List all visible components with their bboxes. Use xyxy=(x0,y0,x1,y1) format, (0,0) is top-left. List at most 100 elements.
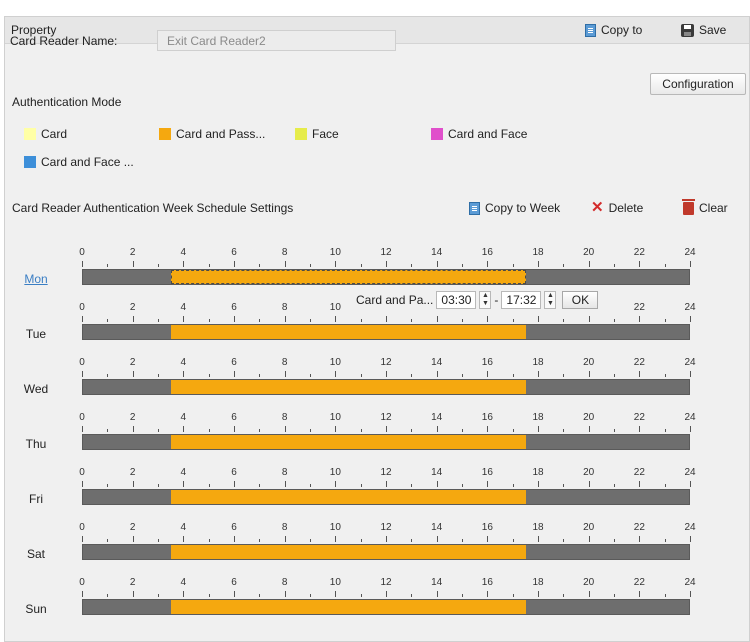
hour-tick xyxy=(588,426,590,432)
hour-label: 12 xyxy=(380,412,392,423)
hour-tick xyxy=(690,261,691,267)
hour-label: 0 xyxy=(79,412,85,423)
spin-up-icon: ▲ xyxy=(481,292,489,299)
hour-label: 0 xyxy=(79,522,85,533)
hour-label: 4 xyxy=(180,357,187,368)
hour-tick xyxy=(158,374,159,377)
hour-label: 22 xyxy=(633,577,645,588)
hour-tick xyxy=(436,371,438,377)
day-label-sat: Sat xyxy=(26,547,45,561)
delete-button[interactable]: ✕ Delete xyxy=(591,199,644,216)
hour-label: 18 xyxy=(532,247,544,258)
hour-label: 20 xyxy=(583,357,595,368)
copy-to-button[interactable]: Copy to xyxy=(585,23,642,37)
legend-label-card: Card xyxy=(41,127,68,141)
end-time-input[interactable]: 17:32 xyxy=(501,291,542,309)
delete-label: Delete xyxy=(608,201,644,215)
legend-item-card: Card xyxy=(24,127,67,141)
legend-label-card-and-face-extra: Card and Face ... xyxy=(41,155,134,169)
ok-button[interactable]: OK xyxy=(562,291,599,309)
hour-tick xyxy=(436,261,438,267)
legend-item-card-and-face: Card and Face xyxy=(431,127,527,141)
hour-label: 4 xyxy=(180,247,187,258)
hour-label: 10 xyxy=(329,577,341,588)
time-segment[interactable] xyxy=(171,380,526,394)
legend-label-card-and-password: Card and Pass... xyxy=(176,127,266,141)
schedule-bar-sat[interactable] xyxy=(82,544,690,560)
legend-swatch-face xyxy=(295,128,307,140)
hour-label: 4 xyxy=(180,412,187,423)
hour-tick xyxy=(310,539,311,542)
hour-tick xyxy=(563,484,565,487)
time-segment[interactable] xyxy=(171,325,526,339)
hour-label: 6 xyxy=(231,412,237,423)
hour-tick xyxy=(487,316,489,322)
save-button[interactable]: Save xyxy=(681,23,726,37)
hour-tick xyxy=(284,481,286,487)
hour-label: 18 xyxy=(532,522,544,533)
schedule-bar-thu[interactable] xyxy=(82,434,690,450)
schedule-bar-tue[interactable] xyxy=(82,324,690,340)
time-segment[interactable] xyxy=(171,600,526,614)
legend-label-card-and-face: Card and Face xyxy=(448,127,528,141)
hour-tick xyxy=(284,426,286,432)
spin-down-icon: ▼ xyxy=(481,300,489,307)
schedule-bar-wed[interactable] xyxy=(82,379,690,395)
hour-tick xyxy=(107,319,109,322)
hour-tick xyxy=(132,481,134,487)
schedule-title: Card Reader Authentication Week Schedule… xyxy=(12,201,294,215)
hour-tick xyxy=(538,481,539,487)
schedule-bar-mon[interactable] xyxy=(82,269,690,285)
hour-tick xyxy=(183,481,185,487)
hour-tick xyxy=(512,484,514,487)
hour-tick xyxy=(462,539,463,542)
copy-icon xyxy=(469,201,480,215)
hour-tick xyxy=(614,429,615,432)
hour-label: 20 xyxy=(583,247,595,258)
schedule-bar-sun[interactable] xyxy=(82,599,690,615)
hour-tick xyxy=(183,261,185,267)
time-segment[interactable] xyxy=(171,435,526,449)
hour-tick xyxy=(208,539,210,542)
day-label-mon[interactable]: Mon xyxy=(12,272,60,286)
time-segment[interactable] xyxy=(171,490,526,504)
hour-tick xyxy=(208,429,210,432)
hour-tick xyxy=(411,539,413,542)
delete-x-icon: ✕ xyxy=(591,199,604,216)
hour-tick xyxy=(588,316,590,322)
hour-label: 24 xyxy=(684,522,696,533)
hour-label: 6 xyxy=(231,357,237,368)
end-time-spinner[interactable]: ▲ ▼ xyxy=(544,291,557,309)
start-time-input[interactable]: 03:30 xyxy=(436,291,477,309)
hour-tick xyxy=(158,319,159,322)
hour-label: 14 xyxy=(431,467,443,478)
hour-tick xyxy=(107,374,109,377)
hour-tick xyxy=(335,261,337,267)
start-time-spinner[interactable]: ▲ ▼ xyxy=(479,291,492,309)
hour-tick xyxy=(158,264,159,267)
clear-button[interactable]: Clear xyxy=(682,198,728,215)
save-icon xyxy=(681,23,694,37)
hour-tick xyxy=(614,264,615,267)
hour-tick xyxy=(107,264,109,267)
copy-to-week-button[interactable]: Copy to Week xyxy=(469,201,560,215)
time-segment[interactable] xyxy=(171,545,526,559)
hour-tick xyxy=(614,539,615,542)
legend-item-face: Face xyxy=(295,127,339,141)
hour-tick xyxy=(690,481,691,487)
hour-tick xyxy=(588,261,590,267)
hour-tick xyxy=(310,429,311,432)
hour-tick xyxy=(158,594,159,597)
hour-tick xyxy=(208,264,210,267)
schedule-bar-fri[interactable] xyxy=(82,489,690,505)
hour-tick xyxy=(664,374,666,377)
hour-tick xyxy=(234,481,235,487)
card-reader-name-field[interactable]: Exit Card Reader2 xyxy=(157,30,396,51)
hour-tick xyxy=(107,594,109,597)
configuration-button[interactable]: Configuration xyxy=(650,73,746,95)
hour-tick xyxy=(664,594,666,597)
selected-time-segment[interactable] xyxy=(171,270,526,284)
hour-label: 22 xyxy=(633,302,645,313)
hour-tick xyxy=(82,316,83,322)
hour-tick xyxy=(234,261,235,267)
